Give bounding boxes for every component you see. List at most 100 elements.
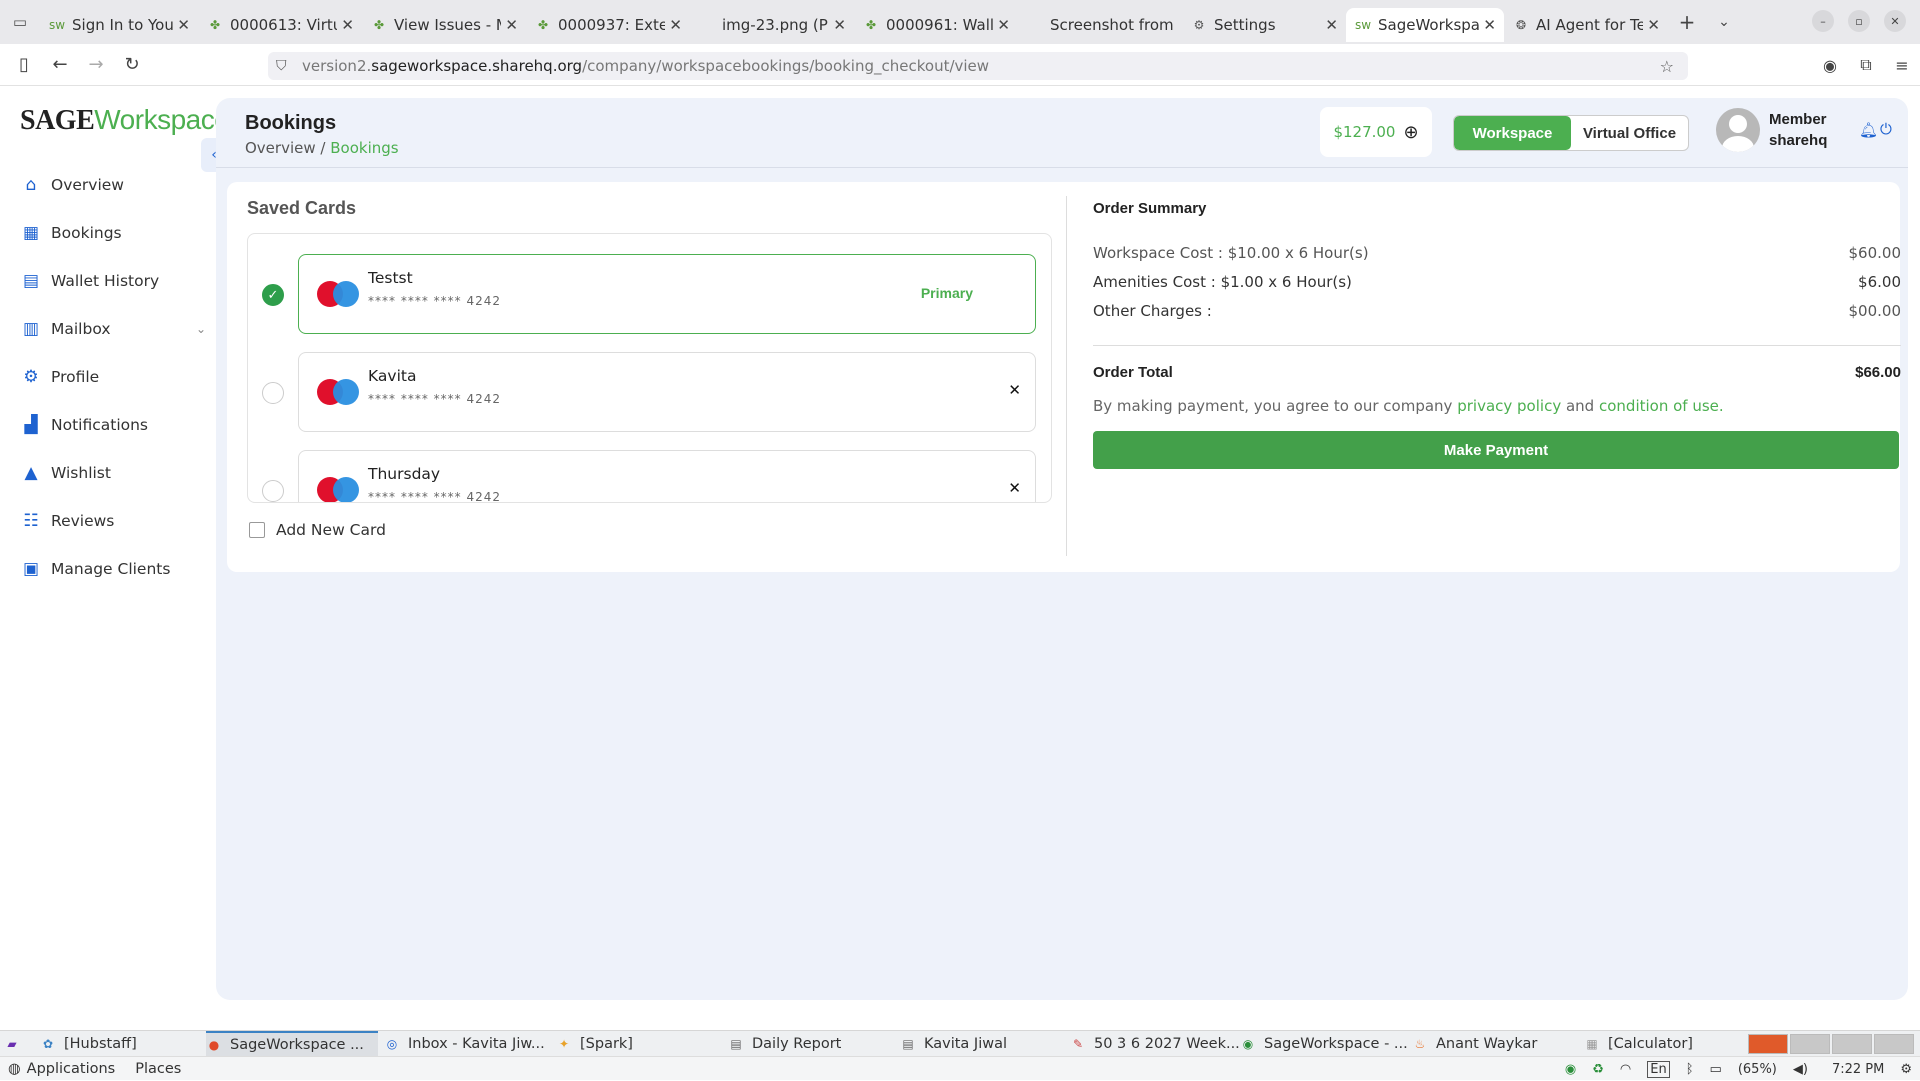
power-icon[interactable]: ⏻ <box>1880 120 1892 138</box>
toggle-virtual-office[interactable]: Virtual Office <box>1571 116 1688 150</box>
chrome-tray-icon[interactable]: ◉ <box>1565 1062 1576 1077</box>
keyboard-language[interactable]: En <box>1647 1060 1670 1078</box>
taskbar-item-active[interactable]: ● SageWorkspace ... <box>206 1031 378 1057</box>
tab-close-icon[interactable]: ✕ <box>997 16 1010 34</box>
workspace-switcher-4[interactable] <box>1874 1034 1914 1054</box>
tab-close-icon[interactable]: ✕ <box>177 16 190 34</box>
breadcrumb-overview-link[interactable]: Overview <box>245 139 316 157</box>
add-new-card-option[interactable]: Add New Card <box>249 521 386 539</box>
card-radio[interactable] <box>262 382 284 404</box>
order-line: Amenities Cost : $1.00 x 6 Hour(s) $6.00 <box>1093 273 1901 291</box>
sidebar-item-mailbox[interactable]: ▥ Mailbox ⌄ <box>0 305 212 353</box>
toggle-workspace[interactable]: Workspace <box>1454 116 1571 150</box>
tab-close-icon[interactable]: ✕ <box>1647 16 1660 34</box>
url-bar[interactable]: ⛉ version2. sageworkspace.sharehq.org/com… <box>268 52 1688 80</box>
clock[interactable]: 7:22 PM <box>1832 1062 1884 1077</box>
tab-close-icon[interactable]: ✕ <box>833 16 846 34</box>
maximize-icon[interactable]: ▫ <box>1848 10 1870 32</box>
sidebar-item-manage-clients[interactable]: ▣ Manage Clients <box>0 545 212 593</box>
sidebar-item-reviews[interactable]: ☷ Reviews <box>0 497 212 545</box>
settings-gear-icon[interactable]: ⚙ <box>1900 1062 1912 1077</box>
card-radio[interactable] <box>262 480 284 502</box>
saved-card[interactable]: Kavita **** **** **** 4242 ✕ <box>298 352 1036 432</box>
order-line-label: Amenities Cost : $1.00 x 6 Hour(s) <box>1093 273 1352 291</box>
browser-tab[interactable]: ✤ View Issues - Ma✕ <box>362 8 526 42</box>
delete-card-close-icon[interactable]: ✕ <box>1008 479 1021 497</box>
browser-tab[interactable]: ✤ 0000613: Virtua✕ <box>198 8 362 42</box>
order-line-amount: $6.00 <box>1858 273 1901 291</box>
saved-card[interactable]: Testst **** **** **** 4242 Primary <box>298 254 1036 334</box>
tab-close-icon[interactable]: ✕ <box>341 16 354 34</box>
wallet-balance-button[interactable]: $127.00 ⊕ <box>1320 107 1432 157</box>
taskbar-item[interactable]: ◎ Inbox - Kavita Jiw... <box>384 1031 554 1057</box>
saved-cards-list[interactable]: ✓ Testst **** **** **** 4242 Primary Kav… <box>247 233 1052 503</box>
browser-tab[interactable]: sw Sign In to Your S✕ <box>40 8 198 42</box>
sidebar-item-wallet-history[interactable]: ▤ Wallet History <box>0 257 212 305</box>
browser-tab[interactable]: ⚙ Settings ✕ <box>1182 8 1346 42</box>
workspace-switcher-3[interactable] <box>1832 1034 1872 1054</box>
browser-tab[interactable]: ✤ 0000937: Extend✕ <box>526 8 690 42</box>
user-info[interactable]: Member sharehq <box>1769 109 1827 151</box>
card-number: **** **** **** 4242 <box>368 392 501 406</box>
taskbar-item[interactable]: ♨ Anant Waykar <box>1412 1031 1582 1057</box>
taskbar-item[interactable]: ▤ Kavita Jiwal <box>900 1031 1070 1057</box>
tab-close-icon[interactable]: ✕ <box>505 16 518 34</box>
add-new-card-checkbox[interactable] <box>249 522 265 538</box>
agreement-prefix: By making payment, you agree to our comp… <box>1093 397 1453 415</box>
battery-icon[interactable]: ▭ <box>1710 1062 1722 1077</box>
minimize-icon[interactable]: – <box>1812 10 1834 32</box>
extensions-icon[interactable]: ⧉ <box>1848 55 1884 75</box>
chrome-app-icon: ◉ <box>1242 1037 1254 1051</box>
sidebar-item-wishlist[interactable]: ▲ Wishlist <box>0 449 212 497</box>
bluetooth-icon[interactable]: ᛒ <box>1686 1062 1694 1077</box>
manage-clients-icon: ▣ <box>22 559 40 579</box>
sidebar-item-profile[interactable]: ⚙ Profile <box>0 353 212 401</box>
bookmark-star-icon[interactable]: ☆ <box>1660 57 1674 76</box>
account-icon[interactable]: ◉ <box>1812 56 1848 75</box>
taskbar-item[interactable]: ✿ [Hubstaff] <box>40 1031 202 1057</box>
privacy-policy-link[interactable]: privacy policy <box>1457 397 1561 415</box>
tab-overview-icon[interactable]: ▭ <box>0 0 40 44</box>
taskbar-item[interactable]: ✎ 50 3 6 2027 Week... <box>1070 1031 1240 1057</box>
browser-tab[interactable]: ✤ 0000961: Wallet✕ <box>854 8 1018 42</box>
new-tab-plus-icon[interactable]: + <box>1668 10 1706 34</box>
browser-tab[interactable]: Screenshot from 20 <box>1018 8 1182 42</box>
tab-close-icon[interactable]: ✕ <box>669 16 682 34</box>
condition-of-use-link[interactable]: condition of use. <box>1599 397 1724 415</box>
reload-icon[interactable]: ↻ <box>114 54 150 75</box>
workspace-switcher-2[interactable] <box>1790 1034 1830 1054</box>
browser-tab[interactable]: ❂ AI Agent for Tes ✕ <box>1504 8 1668 42</box>
close-window-icon[interactable]: ✕ <box>1884 10 1906 32</box>
sidebar-toggle-icon[interactable]: ▯ <box>6 54 42 75</box>
forward-arrow-icon[interactable]: → <box>78 54 114 75</box>
chevron-down-icon[interactable]: ⌄ <box>196 322 206 336</box>
volume-icon[interactable]: ◀) <box>1793 1062 1808 1077</box>
make-payment-button[interactable]: Make Payment <box>1093 431 1899 469</box>
tab-close-icon[interactable]: ✕ <box>1483 16 1496 34</box>
saved-card[interactable]: Thursday **** **** **** 4242 ✕ <box>298 450 1036 502</box>
show-desktop-icon[interactable]: ▰ <box>4 1031 30 1057</box>
applications-menu[interactable]: Applications <box>27 1061 116 1077</box>
bell-icon[interactable]: 🔔︎ <box>1859 121 1878 139</box>
sidebar-item-notifications[interactable]: ▟ Notifications <box>0 401 212 449</box>
tab-list-chevron-icon[interactable]: ⌄ <box>1706 14 1742 30</box>
taskbar-item[interactable]: ◉ SageWorkspace - ... <box>1240 1031 1410 1057</box>
places-menu[interactable]: Places <box>135 1061 181 1077</box>
delete-card-close-icon[interactable]: ✕ <box>1008 381 1021 399</box>
sidebar-item-bookings[interactable]: ▦ Bookings <box>0 209 212 257</box>
sidebar-item-overview[interactable]: ⌂ Overview <box>0 161 212 209</box>
taskbar-item[interactable]: ▤ Daily Report <box>728 1031 898 1057</box>
taskbar-item[interactable]: ✦ [Spark] <box>556 1031 726 1057</box>
workspace-switcher-1[interactable] <box>1748 1034 1788 1054</box>
back-arrow-icon[interactable]: ← <box>42 54 78 75</box>
card-radio-selected[interactable]: ✓ <box>262 284 284 306</box>
sage-workspace-logo[interactable]: SAGEWorkspace <box>20 104 230 137</box>
browser-tab-active[interactable]: sw SageWorkspace✕ <box>1346 8 1504 42</box>
tab-close-icon[interactable]: ✕ <box>1325 16 1338 34</box>
avatar[interactable] <box>1716 108 1760 152</box>
taskbar-item[interactable]: ▦ [Calculator] <box>1584 1031 1744 1057</box>
menu-icon[interactable]: ≡ <box>1884 56 1920 75</box>
browser-tab[interactable]: img-23.png (PNG In✕ <box>690 8 854 42</box>
sync-tray-icon[interactable]: ♻ <box>1592 1062 1604 1077</box>
wifi-icon[interactable]: ◠ <box>1620 1062 1631 1077</box>
